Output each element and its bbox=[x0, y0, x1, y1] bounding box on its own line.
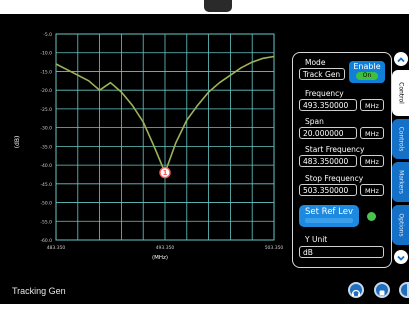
enable-button[interactable]: Enable On bbox=[349, 61, 385, 83]
trace-point bbox=[66, 68, 68, 71]
set-ref-level-subbar bbox=[305, 218, 353, 223]
tab-controls[interactable]: Controls bbox=[392, 119, 409, 159]
device-frame: -5.0 -10.0 -15.0 -20.0 -25.0 -30.0 -35.0 -40.0 -… bbox=[0, 0, 419, 313]
x-tick-label: 503.350 bbox=[265, 245, 284, 251]
trace-point bbox=[142, 121, 144, 123]
y-tick-label: -50.0 bbox=[40, 201, 52, 207]
trace-point bbox=[153, 145, 155, 147]
y-unit-label: Y Unit bbox=[305, 235, 328, 244]
scroll-down-icon[interactable] bbox=[394, 250, 408, 264]
frequency-field[interactable]: 493.350000 bbox=[299, 99, 357, 111]
x-tick-label: 493.350 bbox=[156, 245, 175, 251]
y-tick-label: -45.0 bbox=[40, 182, 52, 188]
trace-point bbox=[120, 91, 122, 93]
x-axis-label: (MHz) bbox=[152, 255, 168, 261]
trace-point bbox=[273, 55, 275, 58]
instrument-screen: -5.0 -10.0 -15.0 -20.0 -25.0 -30.0 -35.0 -40.0 -… bbox=[0, 14, 409, 304]
set-ref-level-label: Set Ref Lev bbox=[305, 207, 353, 217]
span-label: Span bbox=[305, 117, 324, 126]
trace-point bbox=[208, 91, 210, 93]
y-unit-field[interactable]: dB bbox=[299, 246, 384, 258]
span-field[interactable]: 20.000000 bbox=[299, 127, 357, 139]
side-tab-bar: Control Controls Markers Options bbox=[392, 52, 409, 266]
more-icon[interactable] bbox=[399, 282, 409, 298]
start-frequency-label: Start Frequency bbox=[305, 145, 365, 154]
stop-frequency-unit[interactable]: MHz bbox=[360, 184, 384, 196]
trace-point bbox=[77, 74, 79, 76]
trace-point bbox=[240, 67, 242, 69]
start-frequency-unit[interactable]: MHz bbox=[360, 155, 384, 167]
record-icon[interactable] bbox=[374, 282, 390, 298]
trace-point bbox=[55, 63, 57, 65]
y-tick-label: -20.0 bbox=[40, 88, 52, 94]
trace-point bbox=[88, 80, 90, 82]
marker-label: 1 bbox=[163, 169, 168, 177]
trace-point bbox=[251, 61, 253, 63]
set-ref-level-button[interactable]: Set Ref Lev bbox=[299, 205, 359, 227]
trace-point bbox=[109, 82, 112, 84]
span-unit[interactable]: MHz bbox=[360, 127, 384, 139]
top-handle bbox=[204, 0, 232, 12]
mode-title: Tracking Gen bbox=[12, 286, 66, 296]
trace-point bbox=[218, 82, 221, 84]
y-tick-label: -40.0 bbox=[40, 163, 52, 169]
marker-1: 1 bbox=[159, 166, 171, 179]
y-tick-label: -10.0 bbox=[40, 51, 52, 57]
plot-grid bbox=[55, 33, 275, 241]
tab-markers[interactable]: Markers bbox=[392, 162, 409, 202]
y-tick-label: -55.0 bbox=[40, 219, 52, 225]
headset-icon[interactable] bbox=[348, 282, 364, 298]
trace-point bbox=[229, 74, 231, 76]
scroll-up-icon[interactable] bbox=[394, 52, 408, 66]
frequency-label: Frequency bbox=[305, 89, 344, 98]
stop-frequency-label: Stop Frequency bbox=[305, 174, 364, 183]
x-tick-label: 483.350 bbox=[47, 245, 66, 251]
trace-point bbox=[131, 104, 133, 106]
enable-button-label: Enable bbox=[353, 62, 381, 71]
trace-point bbox=[175, 142, 177, 144]
y-tick-label: -15.0 bbox=[40, 69, 52, 75]
trace-point bbox=[99, 89, 101, 91]
y-tick-label: -30.0 bbox=[40, 126, 52, 132]
trace-point bbox=[186, 119, 188, 121]
trace-point bbox=[197, 104, 199, 106]
mode-label: Mode bbox=[305, 58, 326, 67]
status-led-icon bbox=[367, 212, 376, 221]
stop-frequency-field[interactable]: 503.350000 bbox=[299, 184, 357, 196]
bottom-status-bar: Tracking Gen bbox=[0, 279, 409, 304]
y-tick-label: -35.0 bbox=[40, 144, 52, 150]
settings-panel: Mode Track Gen Enable On Frequency 493.3… bbox=[292, 52, 392, 268]
start-frequency-field[interactable]: 483.350000 bbox=[299, 155, 357, 167]
y-tick-label: -25.0 bbox=[40, 107, 52, 113]
tab-options[interactable]: Options bbox=[392, 205, 409, 245]
y-tick-label: -5.0 bbox=[43, 32, 52, 38]
trace-point bbox=[262, 57, 264, 59]
y-tick-label: -60.0 bbox=[40, 238, 52, 244]
frequency-unit[interactable]: MHz bbox=[360, 99, 384, 111]
mode-field[interactable]: Track Gen bbox=[299, 68, 345, 80]
enable-state-indicator: On bbox=[356, 72, 378, 80]
tab-control[interactable]: Control bbox=[392, 70, 409, 116]
y-axis-label: (dB) bbox=[14, 136, 21, 149]
